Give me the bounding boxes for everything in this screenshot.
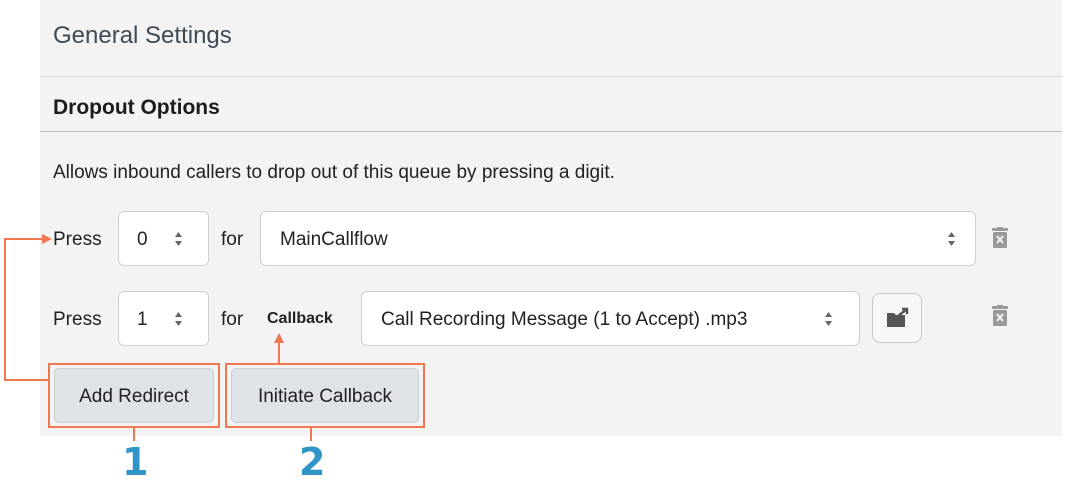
callout-arrows — [4, 234, 312, 441]
callout-number-1: 1 — [122, 440, 149, 484]
callout-number-2: 2 — [299, 440, 326, 484]
